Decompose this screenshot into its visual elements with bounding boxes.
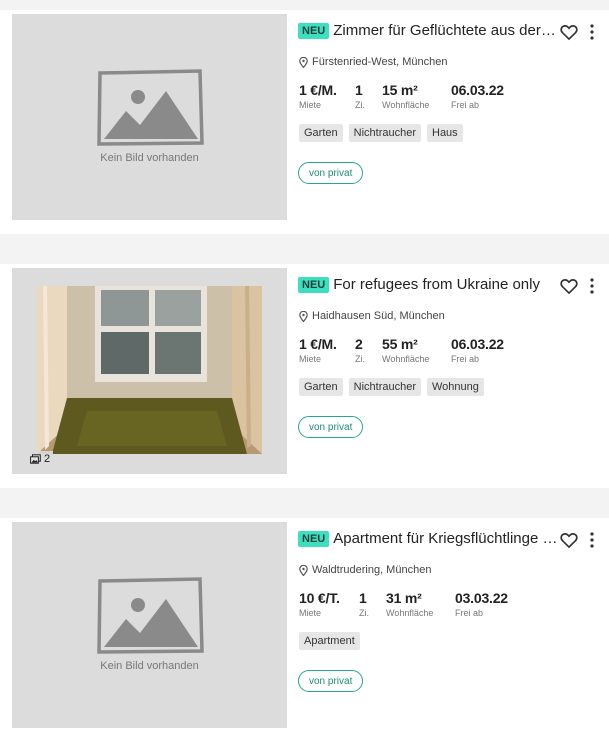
location-pin-icon: [299, 564, 308, 576]
stat-available: 06.03.22 Frei ab: [451, 82, 504, 110]
new-badge: NEU: [298, 530, 330, 547]
private-offer-button[interactable]: von privat: [298, 162, 364, 184]
listing-location: Waldtrudering, München: [299, 564, 431, 576]
stat-rooms: 1 Zi.: [355, 82, 365, 110]
tag-list: Garten Nichtraucher Haus: [299, 124, 463, 142]
stat-area: 15 m² Wohnfläche: [382, 82, 430, 110]
listing-card[interactable]: Kein Bild vorhanden NEU Apartment für Kr…: [0, 518, 609, 737]
location-text: Fürstenried-West, München: [312, 56, 448, 68]
private-offer-button[interactable]: von privat: [298, 670, 364, 692]
private-offer-button[interactable]: von privat: [298, 416, 364, 438]
tag: Nichtraucher: [348, 378, 421, 396]
tag: Garten: [299, 378, 343, 396]
tag: Nichtraucher: [348, 124, 421, 142]
listing-title[interactable]: Zimmer für Geflüchtete aus der Ukraine: [333, 22, 558, 39]
room-window-photo: [37, 286, 262, 454]
stat-price: 1 €/M. Miete: [299, 336, 337, 364]
stat-area: 55 m² Wohnfläche: [382, 336, 430, 364]
more-options-icon[interactable]: [585, 22, 599, 42]
listing-card[interactable]: 2 NEU For refugees from Ukraine only Hai…: [0, 264, 609, 488]
no-image-text: Kein Bild vorhanden: [100, 660, 199, 672]
new-badge: NEU: [298, 276, 330, 293]
heart-icon[interactable]: [559, 530, 579, 550]
image-placeholder-icon: [97, 577, 204, 654]
photo-count-badge[interactable]: 2: [27, 451, 54, 467]
listing-card[interactable]: Kein Bild vorhanden NEU Zimmer für Geflü…: [0, 10, 609, 234]
listing-title[interactable]: Apartment für Kriegsflüchtlinge aus der …: [333, 530, 558, 547]
heart-icon[interactable]: [559, 22, 579, 42]
listing-image-placeholder[interactable]: Kein Bild vorhanden: [12, 14, 287, 220]
location-pin-icon: [299, 56, 308, 68]
location-text: Haidhausen Süd, München: [312, 310, 445, 322]
stat-price: 10 €/T. Miete: [299, 590, 340, 618]
listing-location: Fürstenried-West, München: [299, 56, 448, 68]
stat-rooms: 2 Zi.: [355, 336, 365, 364]
new-badge: NEU: [298, 22, 330, 39]
stat-price: 1 €/M. Miete: [299, 82, 337, 110]
tag: Garten: [299, 124, 343, 142]
stat-available: 03.03.22 Frei ab: [455, 590, 508, 618]
tag-list: Apartment: [299, 632, 360, 650]
listing-stats: 1 €/M. Miete 1 Zi. 15 m² Wohnfläche 06.0…: [299, 82, 504, 110]
listing-image-placeholder[interactable]: Kein Bild vorhanden: [12, 522, 287, 728]
location-pin-icon: [299, 310, 308, 322]
tag-list: Garten Nichtraucher Wohnung: [299, 378, 484, 396]
photo-count-text: 2: [44, 453, 51, 465]
image-placeholder-icon: [97, 69, 204, 146]
heart-icon[interactable]: [559, 276, 579, 296]
listing-location: Haidhausen Süd, München: [299, 310, 445, 322]
more-options-icon[interactable]: [585, 530, 599, 550]
no-image-text: Kein Bild vorhanden: [100, 152, 199, 164]
stat-available: 06.03.22 Frei ab: [451, 336, 504, 364]
image-gallery-icon: [30, 454, 41, 464]
listing-stats: 10 €/T. Miete 1 Zi. 31 m² Wohnfläche 03.…: [299, 590, 508, 618]
stat-rooms: 1 Zi.: [359, 590, 369, 618]
tag: Haus: [427, 124, 463, 142]
listing-photo[interactable]: 2: [12, 268, 287, 474]
location-text: Waldtrudering, München: [312, 564, 432, 576]
more-options-icon[interactable]: [585, 276, 599, 296]
listing-title[interactable]: For refugees from Ukraine only: [333, 276, 540, 293]
tag: Apartment: [299, 632, 360, 650]
tag: Wohnung: [427, 378, 484, 396]
listing-stats: 1 €/M. Miete 2 Zi. 55 m² Wohnfläche 06.0…: [299, 336, 504, 364]
stat-area: 31 m² Wohnfläche: [386, 590, 434, 618]
